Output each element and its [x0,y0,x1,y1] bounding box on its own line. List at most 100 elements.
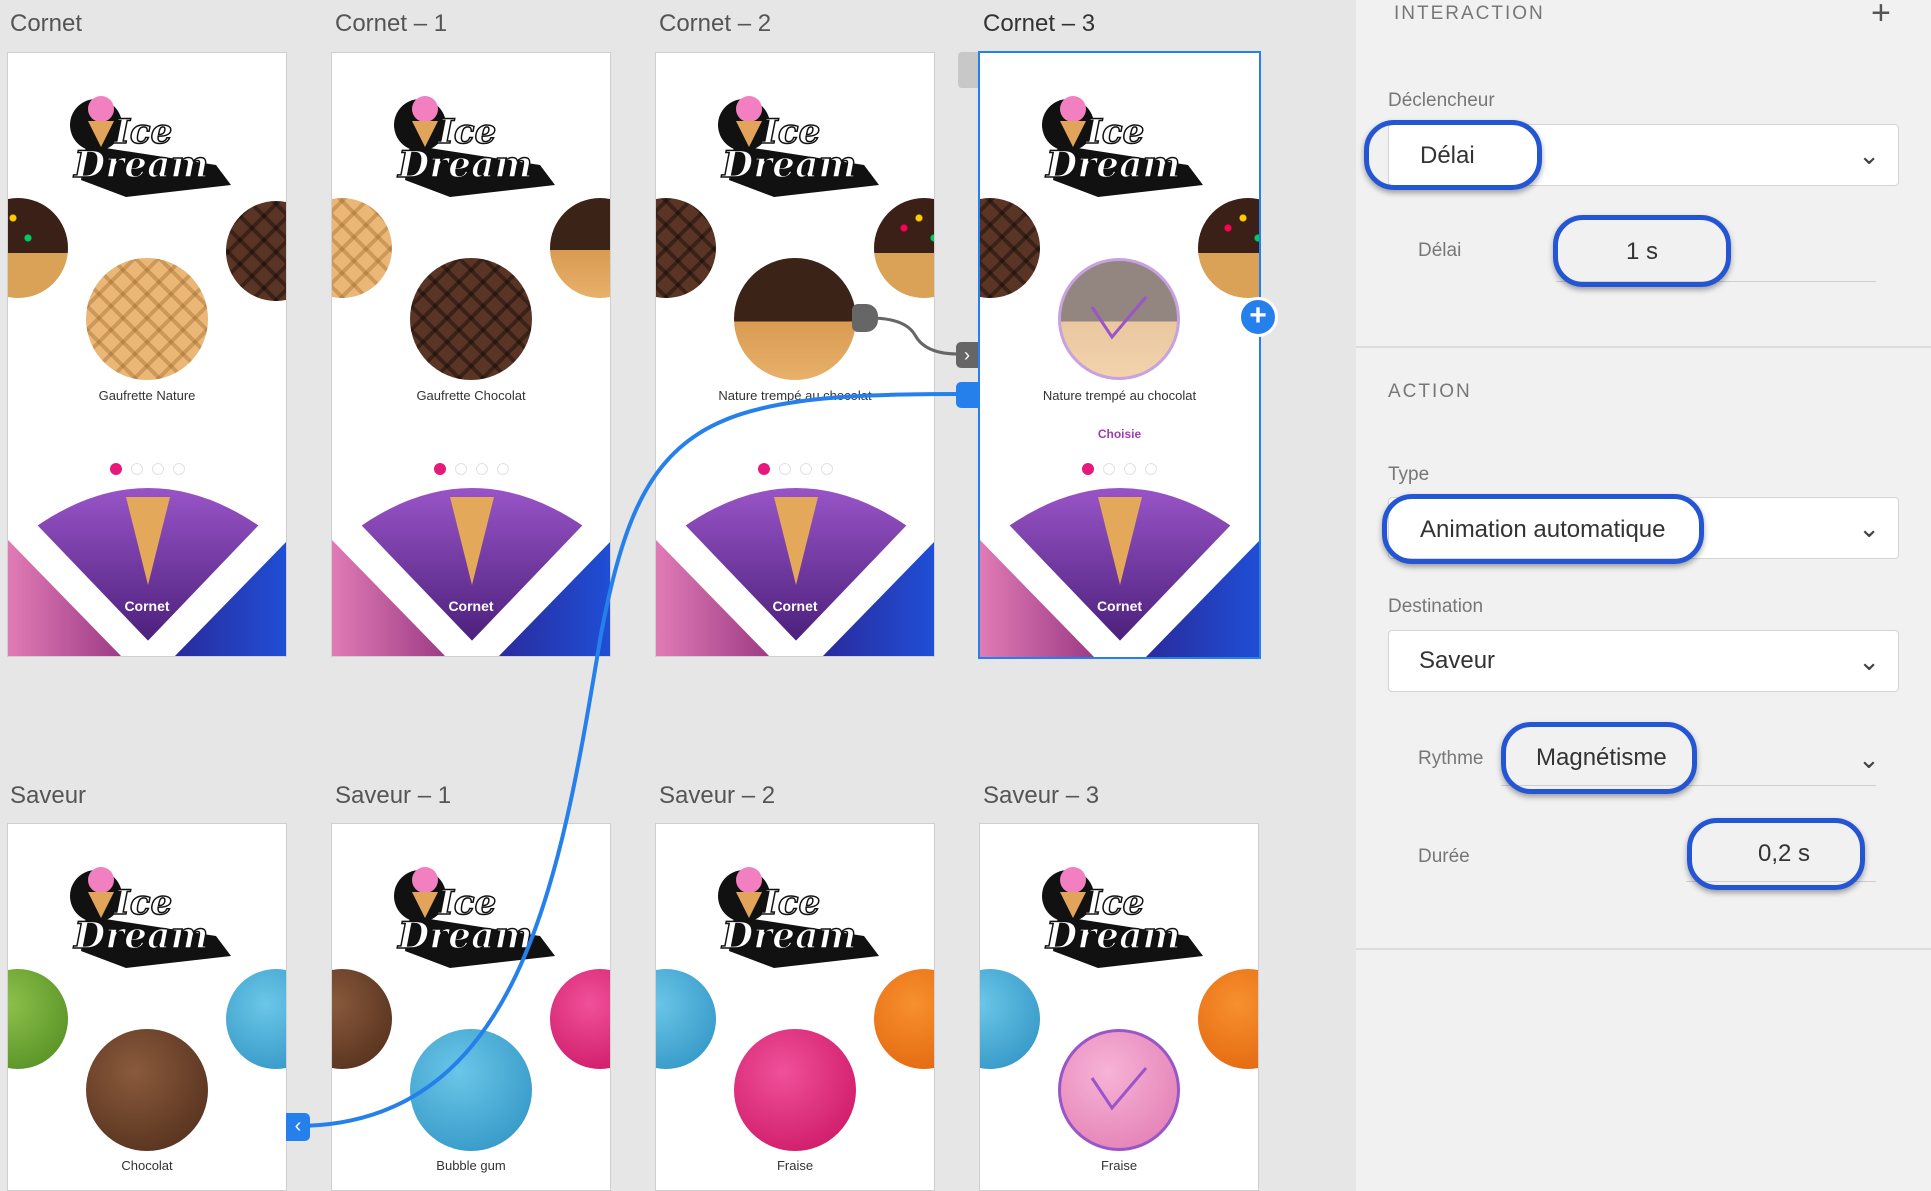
chosen-label: Choisie [1097,427,1142,441]
artboard-scroll-tab[interactable] [958,52,978,88]
logo-text-dream: Dream [1045,144,1181,186]
artboard-saveur[interactable]: Ice Dream Chocolat [7,823,287,1191]
design-canvas[interactable]: Cornet Cornet – 1 Cornet – 2 Cornet – 3 … [0,0,1356,1191]
ice-dream-logo: Ice Dream [718,867,879,968]
ice-dream-logo: Ice Dream [718,96,879,197]
flavor-option-right [1198,969,1258,1069]
flavor-option-left [332,969,392,1069]
section-divider-bottom [1356,948,1931,950]
artboard-saveur-3[interactable]: Ice Dream Fraise [979,823,1259,1191]
artboard-label-cornet-3[interactable]: Cornet – 3 [983,10,1095,38]
checkmark-icon [1090,296,1148,340]
chevron-down-icon: ⌄ [1858,744,1880,774]
artboard-label-cornet-1[interactable]: Cornet – 1 [335,10,447,38]
flavor-option-right [874,969,934,1069]
flavor-option-left [8,969,68,1069]
artboard-cornet-3[interactable]: Ice Dream Nature trempé au chocolat Choi… [978,51,1261,659]
ice-dream-logo: Ice Dream [1042,96,1203,197]
flavor-option-right [550,969,610,1069]
add-interaction-icon[interactable]: + [1871,0,1891,33]
chevron-down-icon: ⌄ [1858,140,1880,170]
flavor-caption: Chocolat [121,1158,173,1173]
cone-caption: Nature trempé au chocolat [1042,388,1197,403]
flavor-option-left [980,969,1040,1069]
fan-label: Cornet [124,598,170,614]
category-fan [8,485,286,656]
section-divider [1356,346,1931,348]
duration-input[interactable]: 0,2 s [1758,840,1810,868]
category-fan [332,485,610,656]
cone-option-left [332,198,392,298]
artboard-label-saveur-2[interactable]: Saveur – 2 [659,782,775,810]
artboard-saveur-1[interactable]: Ice Dream Bubble gum [331,823,611,1191]
destination-label: Destination [1388,596,1484,617]
flavor-caption: Fraise [776,1158,814,1173]
artboard-cornet-1[interactable]: Ice Dream Gaufrette Chocolat Cornet [331,52,611,657]
cone-option-left [656,198,716,298]
flavor-caption: Bubble gum [436,1158,506,1173]
cone-caption: Nature trempé au chocolat [718,388,872,403]
wire-handle-out[interactable] [852,304,878,332]
artboard-label-saveur-1[interactable]: Saveur – 1 [335,782,451,810]
artboard-label-cornet[interactable]: Cornet [10,10,82,38]
plus-icon[interactable]: + [1238,297,1278,337]
fan-label: Cornet [772,598,818,614]
cone-option-left [8,198,68,298]
interaction-panel: INTERACTION + Déclencheur ⌄ Délai Délai … [1356,0,1931,1191]
category-fan [980,485,1259,657]
logo-text-dream: Dream [721,915,857,957]
chevron-down-icon: ⌄ [1858,513,1880,543]
easing-label: Rythme [1418,748,1484,769]
flavor-option-left [656,969,716,1069]
pagination-dots [332,463,610,475]
ice-dream-logo: Ice Dream [394,867,555,968]
fan-label: Cornet [1096,598,1143,614]
easing-select[interactable]: Magnétisme [1536,744,1667,772]
trigger-value[interactable]: Délai [1420,142,1475,170]
type-label: Type [1388,464,1430,485]
logo-text-dream: Dream [1045,915,1181,957]
artboard-label-saveur-3[interactable]: Saveur – 3 [983,782,1099,810]
cone-option-right [1198,198,1259,298]
action-section-title: ACTION [1388,381,1472,402]
logo-text-dream: Dream [73,144,209,186]
ice-dream-logo: Ice Dream [70,96,231,197]
cone-option-center [734,258,856,380]
cone-option-center [410,258,532,380]
cone-option-right [550,198,610,298]
logo-text-dream: Dream [397,144,533,186]
pagination-dots [8,463,286,475]
cone-option-left [980,198,1040,298]
chevron-down-icon: ⌄ [1858,646,1880,676]
delay-input[interactable]: 1 s [1626,238,1658,266]
logo-text-dream: Dream [721,144,857,186]
chevron-left-icon[interactable]: ‹ [286,1113,310,1141]
chevron-right-icon[interactable]: › [956,342,978,368]
artboard-label-cornet-2[interactable]: Cornet – 2 [659,10,771,38]
artboard-saveur-2[interactable]: Ice Dream Fraise [655,823,935,1191]
wire-handle-in[interactable] [956,382,978,408]
interaction-section-title: INTERACTION [1394,3,1545,24]
pagination-dots [980,463,1259,475]
type-value[interactable]: Animation automatique [1420,516,1665,544]
category-fan [656,485,934,656]
ice-dream-logo: Ice Dream [394,96,555,197]
artboard-label-saveur[interactable]: Saveur [10,782,86,810]
logo-text-dream: Dream [397,915,533,957]
ice-dream-logo: Ice Dream [1042,867,1203,968]
flavor-option-center [734,1029,856,1151]
artboard-cornet-2[interactable]: Ice Dream Nature trempé au chocolat Corn… [655,52,935,657]
ice-dream-logo: Ice Dream [70,867,231,968]
checkmark-icon [1090,1067,1148,1111]
trigger-label: Déclencheur [1388,90,1495,111]
flavor-option-right [226,969,286,1069]
cone-option-right [226,201,286,301]
pagination-dots [656,463,934,475]
flavor-option-center [86,1029,208,1151]
cone-caption: Gaufrette Chocolat [416,388,526,403]
delay-label: Délai [1418,240,1462,261]
artboard-cornet[interactable]: Ice Dream Gaufrette Nature Cornet [7,52,287,657]
cone-option-right [874,198,934,298]
destination-select[interactable]: Saveur ⌄ [1388,630,1899,692]
fan-label: Cornet [448,598,494,614]
